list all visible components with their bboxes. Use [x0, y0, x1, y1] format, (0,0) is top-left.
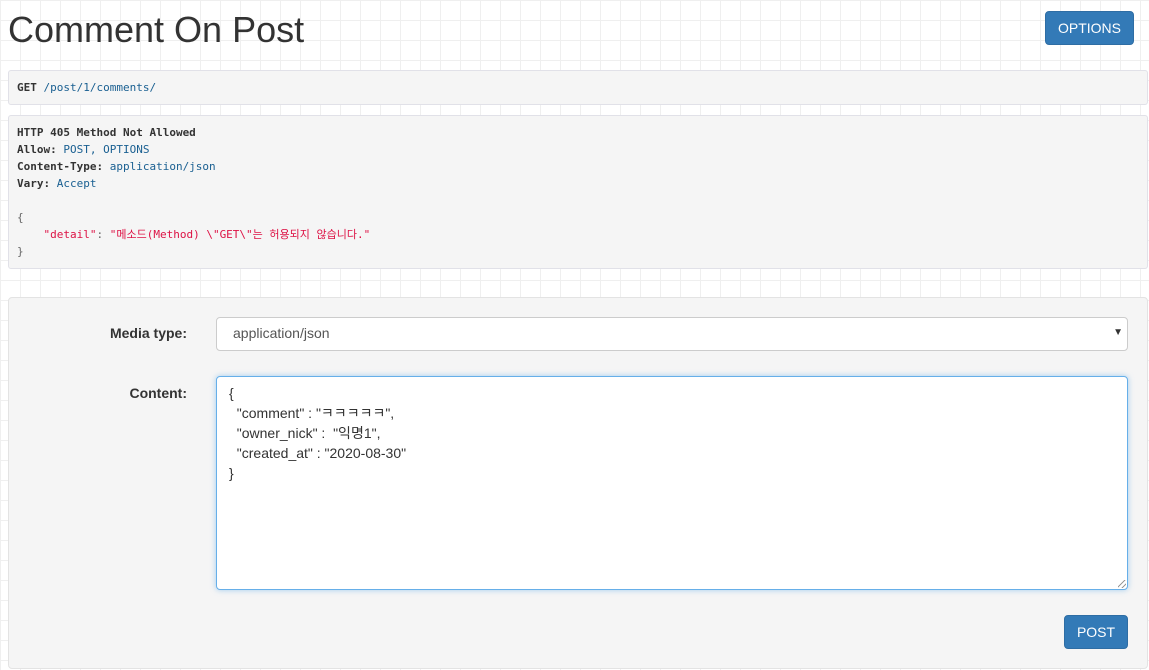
post-button[interactable]: POST [1064, 615, 1128, 649]
header-content-type-name: Content-Type: [17, 160, 104, 173]
options-button[interactable]: OPTIONS [1045, 11, 1134, 45]
response-info: HTTP 405 Method Not Allowed Allow: POST,… [8, 115, 1148, 269]
response-content: HTTP 405 Method Not Allowed Allow: POST,… [17, 124, 370, 260]
json-open-brace: { [17, 211, 24, 224]
media-type-label: Media type: [109, 325, 187, 341]
resize-grip-icon[interactable] [1118, 580, 1126, 588]
header-vary-value: Accept [50, 177, 97, 190]
request-line: GET /post/1/comments/ [17, 79, 156, 96]
header-content-type-value: application/json [103, 160, 216, 173]
header-vary-name: Vary: [17, 177, 51, 190]
json-colon: : [96, 228, 110, 241]
header-allow-name: Allow: [17, 143, 57, 156]
page-title: Comment On Post [8, 9, 305, 50]
content-label: Content: [129, 385, 187, 401]
response-status: HTTP 405 Method Not Allowed [17, 126, 196, 139]
media-type-value: application/json [233, 325, 330, 341]
content-textarea[interactable]: { "comment" : "ㅋㅋㅋㅋㅋ", "owner_nick" : "익… [216, 376, 1128, 590]
json-value-detail: "메소드(Method) \"GET\"는 허용되지 않습니다." [109, 228, 371, 241]
post-form: Media type: application/json ▼ Content: … [8, 297, 1148, 669]
request-info: GET /post/1/comments/ [8, 70, 1148, 105]
media-type-select[interactable]: application/json ▼ [216, 317, 1128, 351]
header-allow-value: POST, OPTIONS [56, 143, 150, 156]
chevron-down-icon: ▼ [1113, 327, 1123, 338]
json-key-detail: "detail" [43, 228, 97, 241]
json-close-brace: } [17, 245, 24, 258]
request-method: GET [17, 81, 37, 94]
request-path: /post/1/comments/ [36, 81, 157, 94]
